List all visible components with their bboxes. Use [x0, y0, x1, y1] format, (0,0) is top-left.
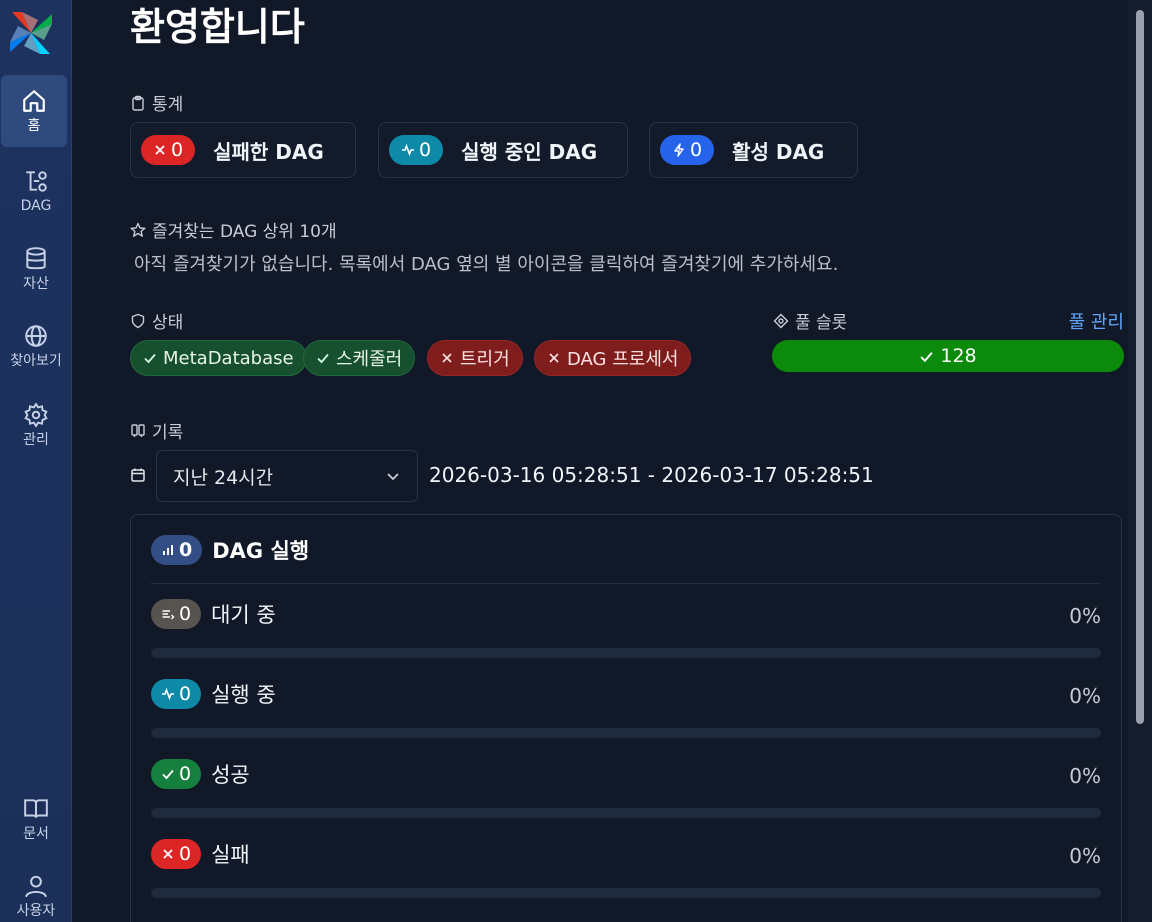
manage-pools-link[interactable]: 풀 관리 — [1069, 308, 1124, 334]
sidebar-item-user[interactable]: 사용자 — [0, 860, 72, 922]
check-icon — [162, 769, 174, 780]
gear-icon — [24, 402, 48, 428]
health-dag-processor-badge: DAG 프로세서 — [534, 340, 692, 376]
pool-slots-value: 128 — [940, 345, 977, 367]
queued-count-badge: 0 — [151, 599, 202, 629]
sidebar-item-dag[interactable]: DAG — [0, 155, 72, 227]
bar-chart-icon — [163, 545, 173, 555]
sidebar-item-label: 자산 — [23, 276, 49, 292]
dag-runs-count-badge: 0 — [151, 535, 203, 565]
sidebar: 홈 DAG 자산 찾아보기 관리 문서 사용자 — [0, 0, 72, 922]
sidebar-item-label: 홈 — [27, 118, 41, 134]
target-icon — [773, 313, 789, 328]
database-icon — [26, 247, 46, 270]
clipboard-icon — [132, 95, 144, 111]
sidebar-item-label: 관리 — [23, 432, 49, 448]
dag-runs-card: 0 DAG 실행 0 대기 중 0% 0 실행 중 0% 0 성공 0% 0 실… — [130, 514, 1122, 922]
sidebar-item-admin[interactable]: 관리 — [0, 389, 72, 461]
close-icon — [549, 353, 559, 363]
scrollbar-thumb[interactable] — [1136, 10, 1144, 724]
pool-slots-bar[interactable]: 128 — [772, 340, 1124, 372]
failed-dags-card[interactable]: 0 실패한 DAG — [130, 122, 356, 178]
time-range-value: 지난 24시간 — [173, 466, 274, 489]
running-count-badge: 0 — [389, 135, 444, 165]
check-icon — [317, 353, 329, 364]
sidebar-item-label: 찾아보기 — [10, 353, 62, 369]
success-row-label[interactable]: 0 성공 — [151, 759, 250, 789]
failed-row-label[interactable]: 0 실패 — [151, 839, 250, 869]
sidebar-item-assets[interactable]: 자산 — [0, 233, 72, 305]
favorites-empty-text: 아직 즐겨찾기가 없습니다. 목록에서 DAG 옆의 별 아이콘을 클릭하여 즐… — [134, 254, 839, 275]
failed-progress-bar — [151, 888, 1101, 898]
dag-runs-label: DAG 실행 — [212, 539, 310, 563]
sidebar-item-browse[interactable]: 찾아보기 — [0, 310, 72, 382]
activity-icon — [162, 687, 174, 701]
dag-runs-heading[interactable]: 0 DAG 실행 — [151, 535, 309, 565]
check-icon — [920, 351, 933, 362]
success-progress-bar — [151, 808, 1101, 818]
running-percent: 0% — [1069, 684, 1101, 708]
calendar-icon — [131, 468, 145, 482]
divider — [151, 583, 1101, 584]
book-icon — [24, 799, 48, 818]
list-icon — [162, 610, 175, 620]
history-icon — [131, 423, 145, 437]
stats-heading: 통계 — [130, 90, 183, 115]
history-heading: 기록 — [130, 418, 183, 443]
user-icon — [25, 875, 47, 898]
running-dags-label: 실행 중인 DAG — [461, 139, 598, 164]
sidebar-item-docs[interactable]: 문서 — [0, 783, 72, 855]
sidebar-item-label: 문서 — [23, 826, 49, 842]
queued-row-label[interactable]: 0 대기 중 — [151, 599, 276, 629]
close-icon — [155, 145, 165, 155]
running-dags-card[interactable]: 0 실행 중인 DAG — [378, 122, 628, 178]
globe-icon — [25, 325, 47, 347]
sidebar-item-label: 사용자 — [16, 903, 56, 919]
page-title: 환영합니다 — [130, 5, 305, 49]
queued-percent: 0% — [1069, 604, 1101, 628]
shield-icon — [131, 313, 145, 328]
health-scheduler-badge: 스케줄러 — [303, 340, 416, 376]
airflow-logo-icon[interactable] — [8, 10, 54, 56]
failed-dags-label: 실패한 DAG — [213, 139, 324, 164]
time-range-select[interactable]: 지난 24시간 — [156, 450, 418, 502]
active-dags-label: 활성 DAG — [732, 139, 825, 164]
sidebar-item-label: DAG — [20, 198, 52, 214]
favorites-heading: 즐겨찾는 DAG 상위 10개 — [130, 217, 337, 242]
active-count-badge: 0 — [660, 135, 715, 165]
activity-icon — [402, 143, 414, 157]
queued-progress-bar — [151, 648, 1101, 658]
health-heading: 상태 — [130, 308, 183, 333]
lightning-icon — [674, 143, 684, 157]
close-icon — [442, 353, 452, 363]
failed-percent: 0% — [1069, 844, 1101, 868]
health-metadatabase-badge: MetaDatabase — [130, 340, 307, 376]
success-count-badge: 0 — [151, 759, 202, 789]
sidebar-item-home[interactable]: 홈 — [1, 75, 67, 147]
time-range-text: 2026-03-16 05:28:51 - 2026-03-17 05:28:5… — [429, 463, 874, 487]
success-percent: 0% — [1069, 764, 1101, 788]
star-icon — [130, 222, 146, 237]
chevron-down-icon — [387, 473, 399, 481]
health-triggerer-badge: 트리거 — [427, 340, 523, 376]
main-content: 환영합니다 통계 0 실패한 DAG 0 실행 중인 DAG 0 활성 DAG … — [130, 0, 1124, 922]
check-icon — [144, 353, 156, 364]
failed-count-badge: 0 — [141, 135, 196, 165]
home-icon — [23, 90, 45, 112]
chevron-right-icon — [842, 149, 843, 151]
pool-heading: 풀 슬롯 — [773, 308, 847, 333]
failed-row-count-badge: 0 — [151, 839, 202, 869]
scrollbar-track[interactable] — [1128, 0, 1152, 922]
active-dags-card[interactable]: 0 활성 DAG — [649, 122, 858, 178]
running-progress-bar — [151, 728, 1101, 738]
dag-icon — [26, 171, 47, 192]
running-row-count-badge: 0 — [151, 679, 202, 709]
close-icon — [163, 849, 173, 859]
running-row-label[interactable]: 0 실행 중 — [151, 679, 276, 709]
